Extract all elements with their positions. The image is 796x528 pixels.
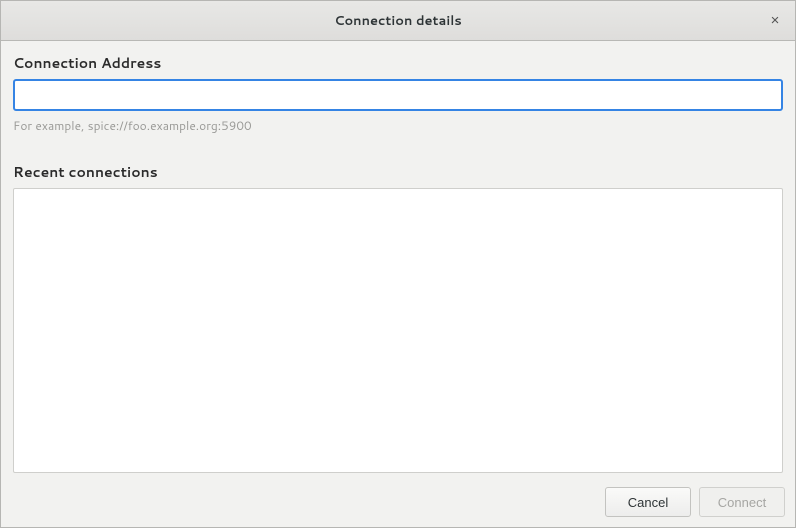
dialog-content: Connection Address For example, spice://… (1, 41, 795, 481)
dialog-window: Connection details × Connection Address … (0, 0, 796, 528)
button-row: Cancel Connect (1, 481, 795, 527)
connect-button[interactable]: Connect (699, 487, 785, 517)
close-icon[interactable]: × (763, 9, 787, 33)
cancel-button[interactable]: Cancel (605, 487, 691, 517)
window-title: Connection details (334, 12, 462, 30)
connection-address-label: Connection Address (13, 53, 783, 73)
recent-connections-label: Recent connections (13, 162, 783, 182)
connection-address-hint: For example, spice://foo.example.org:590… (13, 117, 783, 134)
recent-connections-list[interactable] (13, 188, 783, 473)
titlebar: Connection details × (1, 1, 795, 41)
connection-address-input[interactable] (13, 79, 783, 111)
